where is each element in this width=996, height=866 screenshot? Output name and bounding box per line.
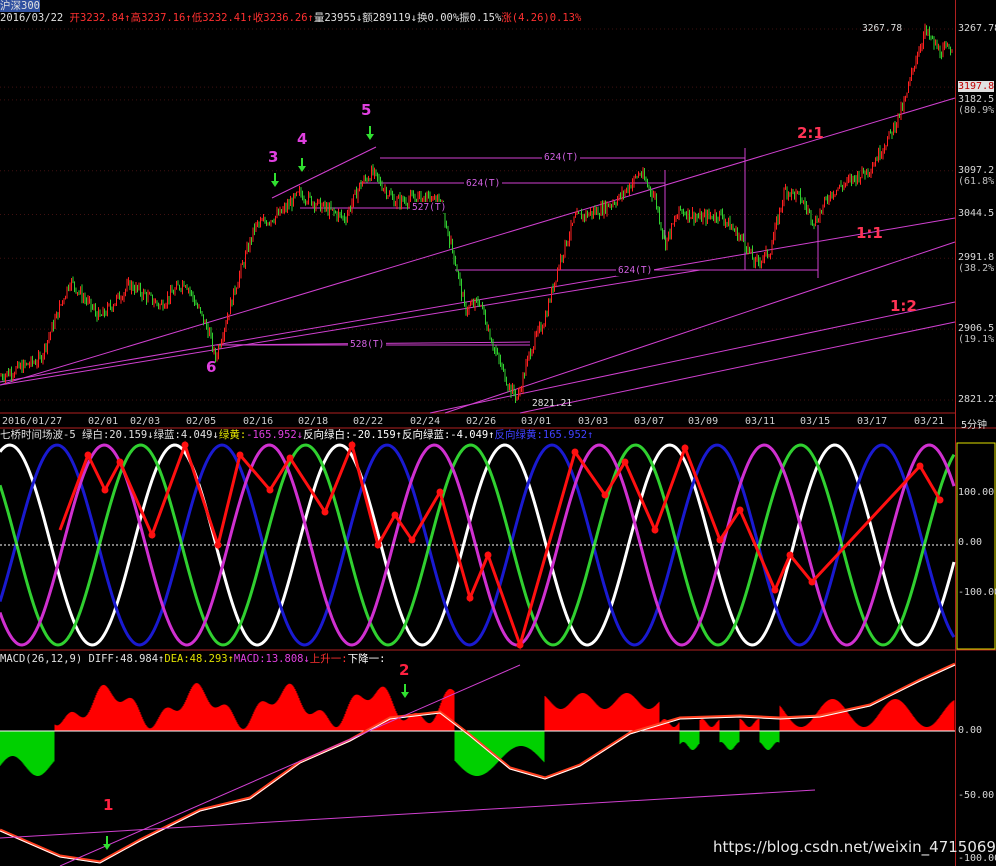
date-axis-label: 02/26 [466,416,497,427]
zigzag-arrowhead [181,441,189,449]
trendline [519,321,956,414]
zigzag-arrowhead [348,441,356,449]
period-label: 5分钟 [961,420,988,431]
date-axis-label: 02/24 [410,416,441,427]
price-axis-label: 3267.78 [958,23,996,34]
watermark: https://blog.csdn.net/weixin_47150696 [713,838,996,856]
date-axis-label: 02/01 [88,416,119,427]
zigzag-arrowhead [621,458,629,466]
zigzag-arrowhead [916,462,924,470]
span-label-5: 528(T) [348,339,387,350]
wave-point-6: 6 [206,358,217,376]
marker-arrowhead [401,692,409,698]
price-axis-label: 3044.5 [958,208,995,220]
date-axis-label: 03/09 [688,416,719,427]
date-axis-label: 03/07 [634,416,665,427]
high-label: 3267.78 [862,23,903,34]
marker-arrowhead [271,181,279,187]
wave-axis-0: 0.00 [958,537,983,548]
span-label-3: 527(T) [410,202,449,213]
date-axis-label: 03/11 [745,416,776,427]
macd-histogram [0,683,955,776]
wave-point-4: 4 [297,130,308,148]
macd-axis-neg50: -50.00 [958,790,995,801]
price-axis-label: 3182.5 [958,93,995,105]
fib-pct-label: (38.2%) [958,263,996,275]
date-axis-label: 03/01 [521,416,552,427]
date-axis-label: 02/16 [243,416,274,427]
date-axis-label: 03/15 [800,416,831,427]
zigzag-arrowhead [771,586,779,594]
date-axis-label: 03/17 [857,416,888,427]
fib-pct-label: (61.8%) [958,175,996,187]
span-label-2: 624(T) [464,178,503,189]
stock-chart [0,0,996,866]
macd-point-2: 2 [399,661,410,679]
zigzag-arrowhead [148,531,156,539]
zigzag-arrowhead [286,454,294,462]
date-axis-label: 2016/01/27 [2,416,63,427]
ratio-1-2: 1:2 [890,297,917,315]
trendline [0,269,701,386]
price-candles [0,23,953,404]
fib-pct-label: (19.1%) [958,334,996,346]
price-axis-label: 2906.5 [958,323,995,335]
macd-axis-0: 0.00 [958,725,983,736]
zigzag-arrowhead [681,444,689,452]
zigzag-arrowhead [84,451,92,459]
date-axis-label: 02/18 [298,416,329,427]
zigzag-arrowhead [484,551,492,559]
date-axis-label: 02/22 [353,416,384,427]
date-axis-label: 02/05 [186,416,217,427]
zigzag-arrowhead [516,641,524,649]
span-label-1: 624(T) [542,152,581,163]
wave-point-3: 3 [268,148,279,166]
zigzag-arrowhead [601,491,609,499]
trendline [429,301,956,414]
zigzag-arrowhead [116,458,124,466]
zigzag-arrowhead [266,486,274,494]
horizontal-spans [216,148,819,346]
zigzag-arrowhead [736,506,744,514]
zigzag-arrowhead [321,508,329,516]
price-axis-label: 3197.8 [958,81,995,93]
price-axis-label: 3097.2 [958,164,995,176]
zigzag-arrowhead [936,496,944,504]
price-axis-label: 2821.21 [958,394,996,405]
cycle-waves [0,443,956,647]
zigzag-arrowhead [466,594,474,602]
marker-arrowhead [366,134,374,140]
wave-axis-neg100: -100.00 [958,587,996,598]
wave-axis-100: 100.00 [958,487,995,498]
fib-pct-label: (80.9%) [958,104,996,116]
span-label-4: 624(T) [616,265,655,276]
zigzag-arrowhead [101,486,109,494]
price-axis-label: 2991.8 [958,252,995,264]
ratio-1-1: 1:1 [856,224,883,242]
wave-point-5: 5 [361,101,372,119]
zigzag-arrowhead [808,578,816,586]
zigzag-arrowhead [236,451,244,459]
macd-point-1: 1 [103,796,114,814]
zigzag-arrowhead [436,488,444,496]
zigzag-arrowhead [408,536,416,544]
date-axis-label: 03/03 [578,416,609,427]
zigzag-arrowhead [716,536,724,544]
zigzag-arrowhead [214,541,222,549]
zigzag-arrowhead [571,448,579,456]
zigzag-arrowhead [651,526,659,534]
zigzag-arrowhead [391,511,399,519]
trendlines [0,97,956,414]
date-axis-label: 02/03 [130,416,161,427]
low-label: 2821.21 [532,398,573,409]
zigzag-arrowhead [786,551,794,559]
trendline [271,146,377,199]
ratio-2-1: 2:1 [797,124,824,142]
macd-trendline [0,789,816,839]
zigzag-arrowhead [374,541,382,549]
price-gridlines [0,28,955,401]
date-axis-label: 03/21 [914,416,945,427]
